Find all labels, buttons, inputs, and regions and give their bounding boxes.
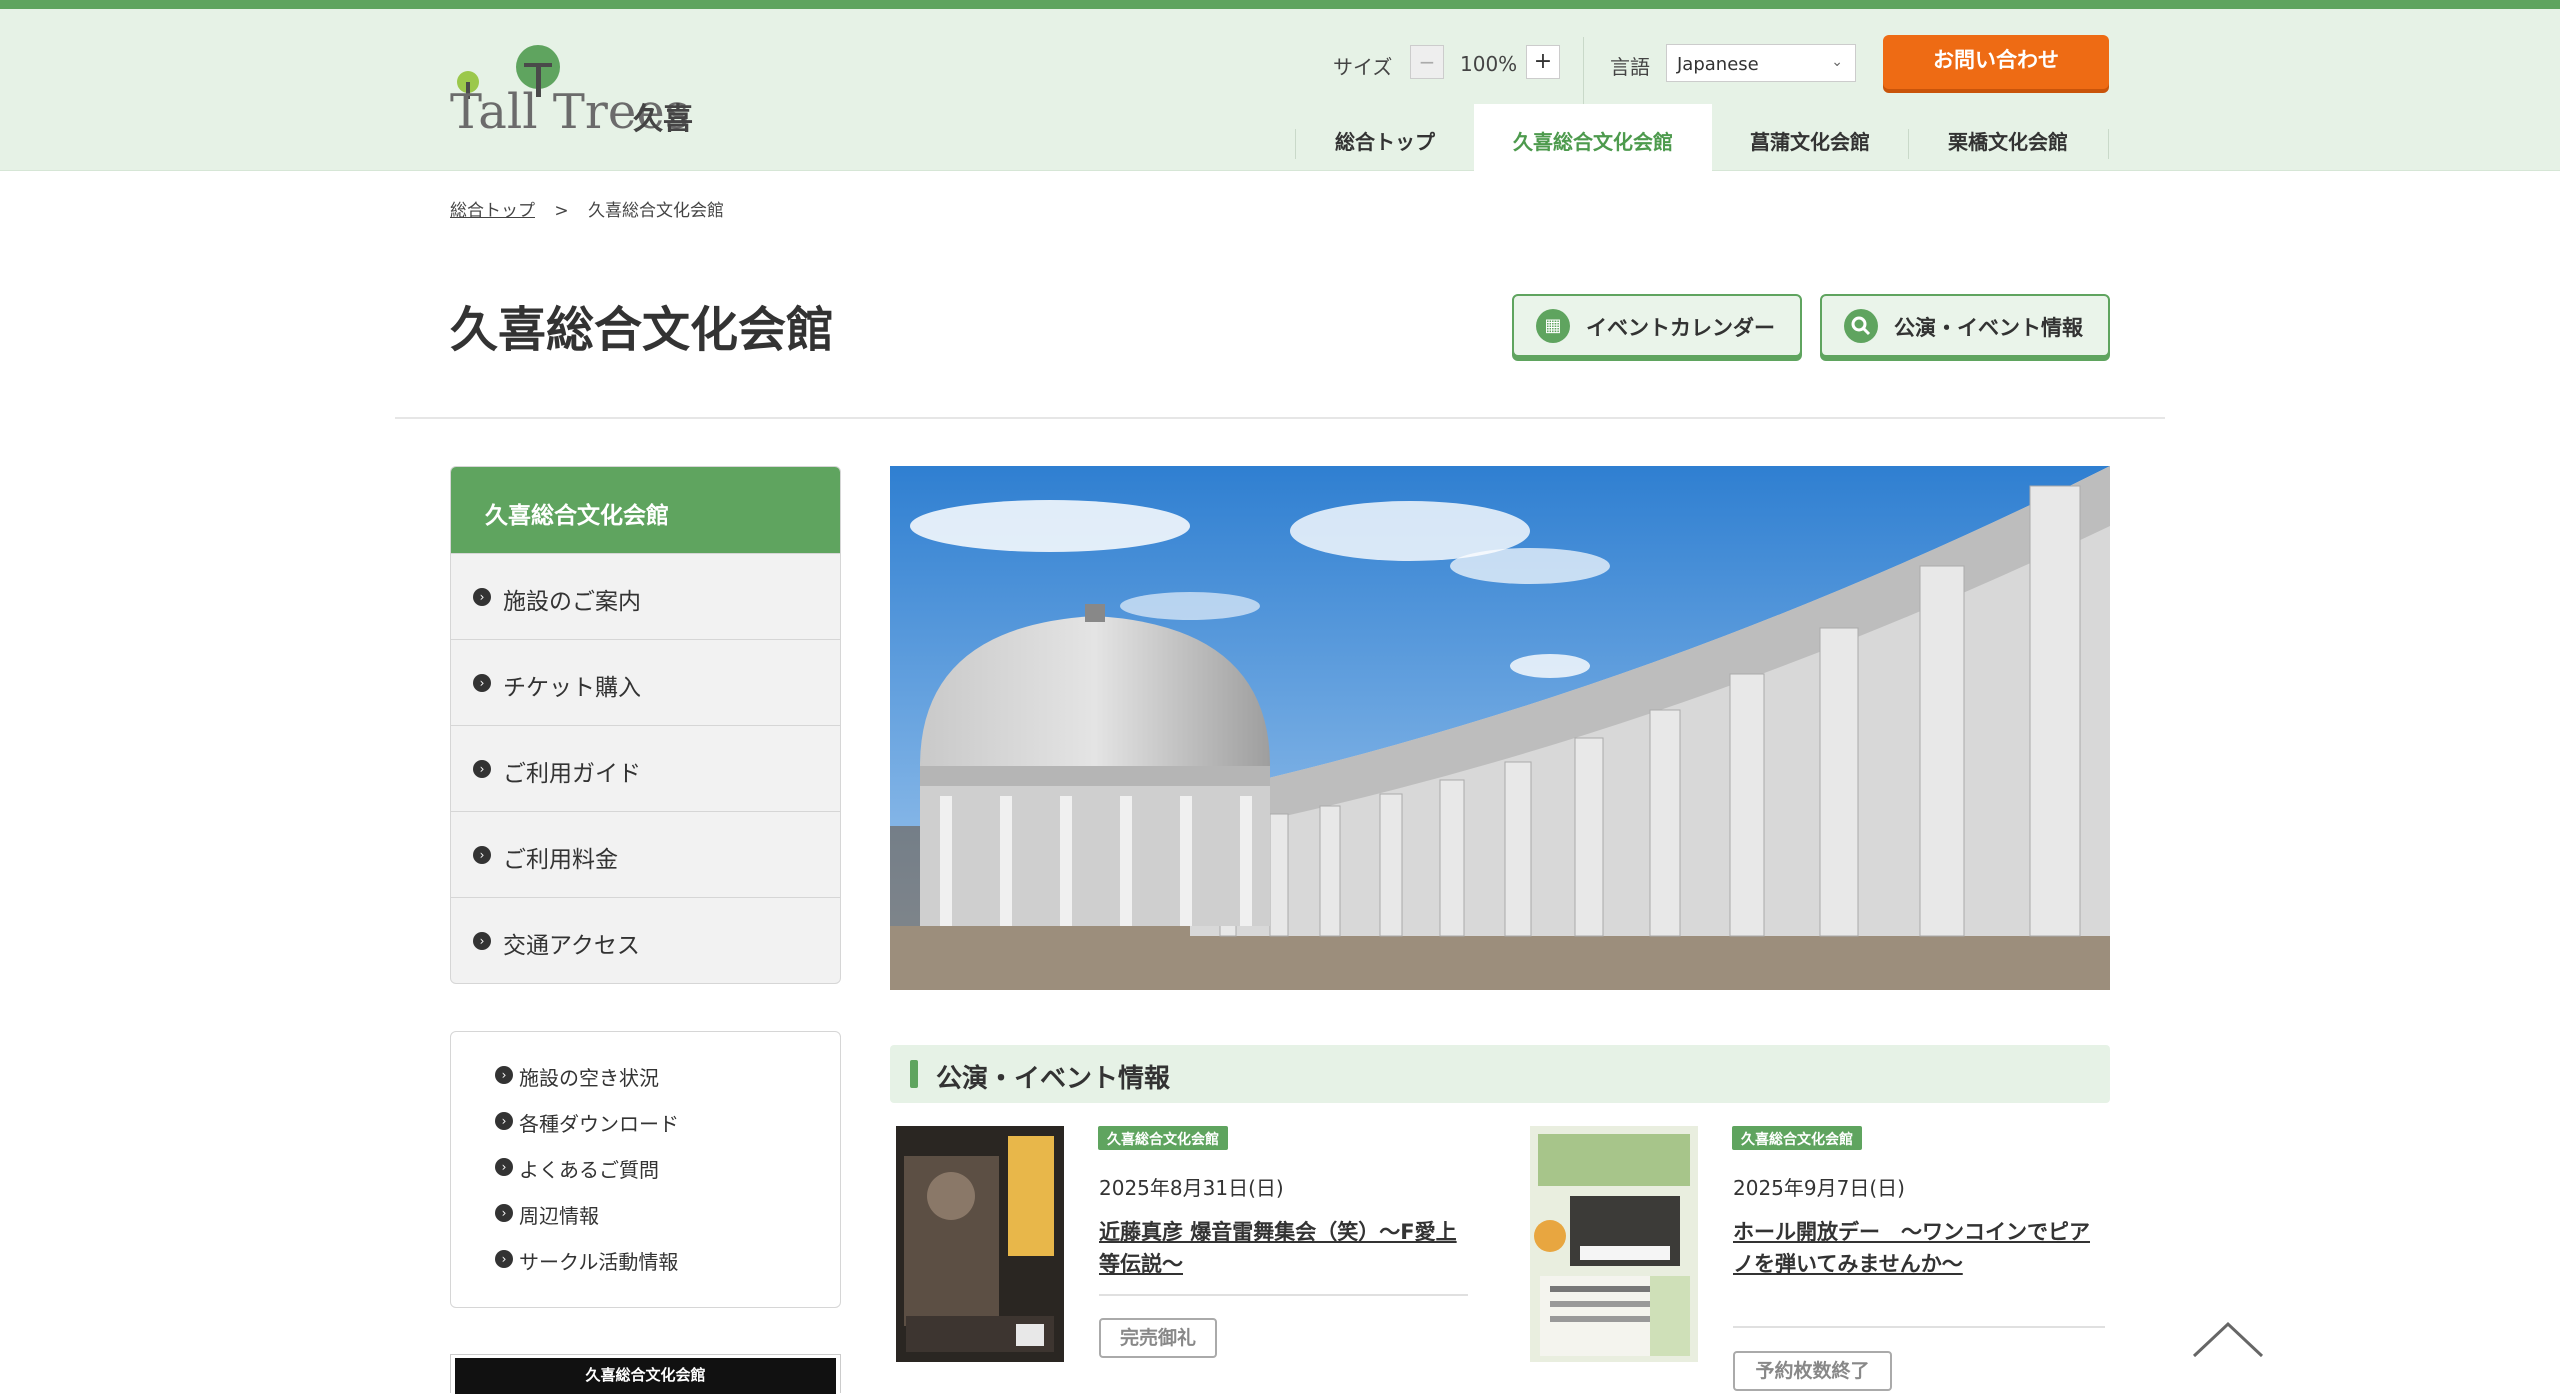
sidebar-menu: 久喜総合文化会館 › 施設のご案内 › チケット購入 › ご利用ガイド › ご利…: [450, 466, 841, 984]
event-poster-image[interactable]: [1530, 1126, 1698, 1362]
nav-tab-shobu[interactable]: 菖蒲文化会館: [1712, 104, 1908, 180]
sidebar-item-usage-guide[interactable]: › ご利用ガイド: [451, 725, 840, 811]
link-label: サークル活動情報: [519, 1250, 679, 1274]
nav-divider: [2108, 129, 2109, 159]
chevron-right-icon: ›: [473, 588, 491, 606]
event-card: 久喜総合文化会館 2025年8月31日(日) 近藤真彦 爆音雷舞集会（笑）〜F愛…: [896, 1126, 1472, 1376]
nav-tab-kurihashi[interactable]: 栗橋文化会館: [1909, 104, 2107, 180]
sidebar-item-label: チケット購入: [503, 675, 641, 701]
font-size-value: 100%: [1460, 52, 1518, 76]
top-accent-bar: [0, 0, 2560, 9]
sidebar-banner-label: 久喜総合文化会館: [455, 1358, 836, 1394]
sidebar-item-label: ご利用ガイド: [503, 761, 641, 787]
event-calendar-label: イベントカレンダー: [1586, 316, 1775, 340]
event-venue-tag: 久喜総合文化会館: [1098, 1126, 1228, 1150]
link-nearby-info[interactable]: › 周辺情報: [451, 1200, 840, 1246]
sidebar-banner[interactable]: 久喜総合文化会館: [450, 1354, 841, 1394]
sidebar-item-access[interactable]: › 交通アクセス: [451, 897, 840, 983]
link-facility-availability[interactable]: › 施設の空き状況: [451, 1062, 840, 1108]
chevron-right-icon: ›: [495, 1066, 513, 1084]
chevron-right-icon: ›: [473, 932, 491, 950]
event-divider: [1733, 1326, 2105, 1328]
language-select-value: Japanese: [1677, 54, 1759, 75]
language-label: 言語: [1610, 55, 1650, 79]
event-card: 久喜総合文化会館 2025年9月7日(日) ホール開放デー 〜ワンコインでピアノ…: [1530, 1126, 2110, 1393]
link-label: 各種ダウンロード: [519, 1112, 679, 1136]
link-circle-activities[interactable]: › サークル活動情報: [451, 1246, 840, 1292]
chevron-right-icon: ›: [473, 760, 491, 778]
sidebar-item-label: ご利用料金: [503, 847, 618, 873]
chevron-right-icon: ›: [495, 1250, 513, 1268]
breadcrumb-current: 久喜総合文化会館: [588, 201, 725, 221]
event-venue-tag: 久喜総合文化会館: [1732, 1126, 1862, 1150]
sidebar-links: › 施設の空き状況 › 各種ダウンロード › よくあるご質問 › 周辺情報 › …: [450, 1031, 841, 1308]
event-calendar-button[interactable]: ▦ イベントカレンダー: [1512, 294, 1802, 357]
hero-image: [890, 466, 2110, 990]
logo-kanji: 久喜: [633, 102, 693, 137]
link-label: よくあるご質問: [519, 1158, 659, 1182]
sidebar-item-fees[interactable]: › ご利用料金: [451, 811, 840, 897]
font-size-label: サイズ: [1333, 55, 1393, 79]
events-info-label: 公演・イベント情報: [1894, 316, 2083, 340]
nav-tab-kuki[interactable]: 久喜総合文化会館: [1474, 104, 1712, 180]
events-info-button[interactable]: 公演・イベント情報: [1820, 294, 2110, 357]
events-section-title: 公演・イベント情報: [936, 1064, 1171, 1094]
events-section-heading: 公演・イベント情報: [890, 1045, 2110, 1103]
chevron-right-icon: ›: [495, 1204, 513, 1222]
event-title-link[interactable]: ホール開放デー 〜ワンコインでピアノを弾いてみませんか〜: [1733, 1216, 2108, 1280]
event-status-badge: 完売御礼: [1099, 1318, 1217, 1358]
sidebar-item-tickets[interactable]: › チケット購入: [451, 639, 840, 725]
link-label: 施設の空き状況: [519, 1066, 659, 1090]
language-select[interactable]: Japanese ⌄: [1666, 44, 1856, 82]
heading-accent-bar: [910, 1060, 918, 1088]
chevron-right-icon: ›: [473, 846, 491, 864]
calendar-icon: ▦: [1536, 309, 1570, 343]
chevron-down-icon: ⌄: [1831, 54, 1843, 70]
page-title: 久喜総合文化会館: [450, 302, 835, 358]
sidebar-heading: 久喜総合文化会館: [451, 467, 840, 553]
chevron-right-icon: ›: [473, 674, 491, 692]
site-logo[interactable]: Tall Trees 久喜: [450, 39, 710, 149]
event-status-badge: 予約枚数終了: [1733, 1351, 1892, 1391]
event-date: 2025年9月7日(日): [1733, 1176, 1905, 1200]
event-divider: [1099, 1294, 1468, 1296]
event-title-link[interactable]: 近藤真彦 爆音雷舞集会（笑）〜F愛上等伝説〜: [1099, 1216, 1471, 1280]
back-to-top-icon[interactable]: [2190, 1318, 2266, 1362]
event-date: 2025年8月31日(日): [1099, 1176, 1284, 1200]
chevron-right-icon: ›: [495, 1112, 513, 1130]
search-icon: [1844, 309, 1878, 343]
header-separator: [395, 417, 2165, 419]
sidebar-item-label: 施設のご案内: [503, 589, 641, 615]
chevron-right-icon: ›: [495, 1158, 513, 1176]
link-faq[interactable]: › よくあるご質問: [451, 1154, 840, 1200]
breadcrumb: 総合トップ > 久喜総合文化会館: [450, 196, 724, 221]
link-downloads[interactable]: › 各種ダウンロード: [451, 1108, 840, 1154]
event-poster-image[interactable]: [896, 1126, 1064, 1362]
font-size-decrease-button[interactable]: −: [1410, 45, 1444, 79]
nav-tab-general-top[interactable]: 総合トップ: [1296, 104, 1474, 180]
breadcrumb-separator: >: [554, 201, 569, 221]
breadcrumb-home-link[interactable]: 総合トップ: [450, 201, 535, 221]
contact-button[interactable]: お問い合わせ: [1883, 35, 2109, 89]
font-size-increase-button[interactable]: +: [1526, 45, 1560, 79]
site-header: Tall Trees 久喜 サイズ − 100% + 言語 Japanese ⌄…: [0, 9, 2560, 180]
sidebar-item-label: 交通アクセス: [503, 933, 640, 959]
sidebar-item-facility-guide[interactable]: › 施設のご案内: [451, 553, 840, 639]
link-label: 周辺情報: [519, 1204, 599, 1228]
